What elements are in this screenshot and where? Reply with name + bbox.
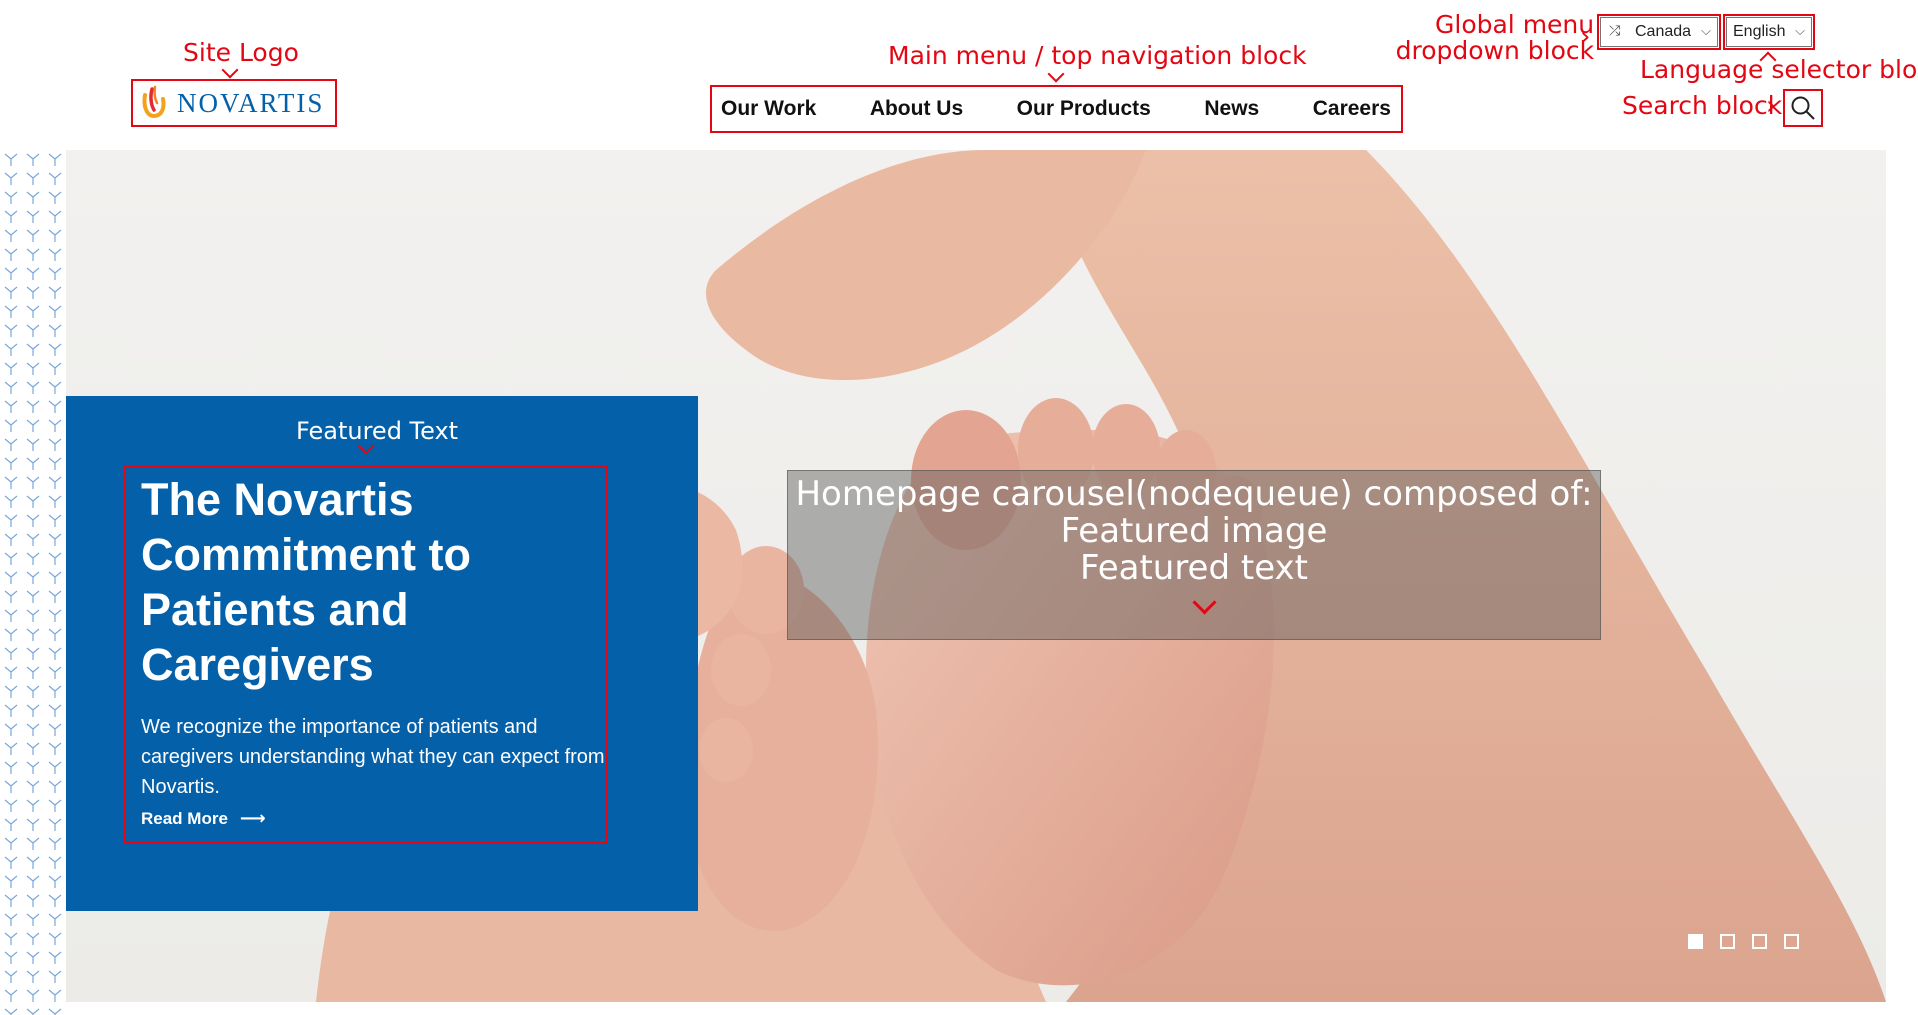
annotation-box-search xyxy=(1783,89,1823,127)
carousel-annotation-line2: Featured image xyxy=(1060,511,1328,551)
annotation-arrow: › xyxy=(1580,22,1591,52)
carousel-annotation-line1: Homepage carousel(nodequeue) composed of… xyxy=(795,474,1593,514)
annotation-box-featured-text xyxy=(124,466,608,844)
carousel-dot-3[interactable] xyxy=(1752,934,1767,949)
decorative-pattern xyxy=(0,150,66,1015)
annotation-global-menu-line2: dropdown block xyxy=(1395,36,1595,66)
carousel-dot-1[interactable] xyxy=(1688,934,1703,949)
annotation-search-block: Search block xyxy=(1622,91,1783,120)
annotation-global-menu-line1: Global menu xyxy=(1435,10,1595,39)
annotation-box-language xyxy=(1723,14,1815,50)
annotation-language-selector: Language selector block xyxy=(1640,55,1918,84)
annotation-box-logo xyxy=(131,79,337,127)
annotation-box-nav xyxy=(710,85,1403,133)
annotation-arrow: › xyxy=(1766,91,1777,121)
carousel-dot-2[interactable] xyxy=(1720,934,1735,949)
annotation-main-menu: Main menu / top navigation block xyxy=(888,41,1307,70)
annotation-global-menu: Global menu dropdown block xyxy=(1395,10,1595,66)
carousel-annotation-text: Homepage carousel(nodequeue) composed of… xyxy=(787,476,1601,587)
carousel-dot-4[interactable] xyxy=(1784,934,1799,949)
carousel-annotation-line3: Featured text xyxy=(1080,548,1308,588)
annotation-site-logo: Site Logo xyxy=(183,38,299,67)
annotation-box-country xyxy=(1597,14,1721,50)
annotation-featured-text: Featured Text xyxy=(296,417,459,445)
